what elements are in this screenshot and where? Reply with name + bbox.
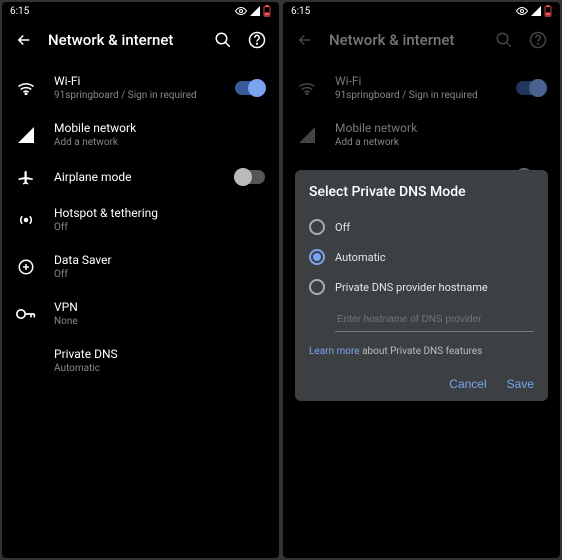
status-time: 6:15 [291, 6, 310, 17]
wifi-toggle [516, 81, 546, 95]
save-button[interactable]: Save [507, 377, 534, 391]
private-dns-dialog: Select Private DNS Mode Off Automatic Pr… [295, 170, 548, 401]
row-datasaver-sub: Off [54, 269, 265, 280]
row-mobile-label: Mobile network [54, 121, 265, 135]
radio-icon [309, 279, 325, 295]
signal-icon [250, 6, 260, 16]
signal-icon [531, 6, 541, 16]
status-bar: 6:15 [2, 2, 279, 20]
wifi-toggle[interactable] [235, 81, 265, 95]
row-mobile: Mobile network Add a network [283, 111, 560, 158]
status-icons [516, 5, 552, 17]
row-airplane-label: Airplane mode [54, 170, 217, 184]
row-wifi: Wi-Fi 91springboard / Sign in required [283, 64, 560, 111]
eye-icon [516, 6, 528, 16]
wifi-icon [297, 81, 317, 95]
dialog-title: Select Private DNS Mode [309, 184, 534, 200]
learn-more-text: Learn more about Private DNS features [309, 346, 534, 357]
row-wifi[interactable]: Wi-Fi 91springboard / Sign in required [2, 64, 279, 111]
status-time: 6:15 [10, 6, 29, 17]
radio-provider-hostname[interactable]: Private DNS provider hostname [309, 272, 534, 302]
row-datasaver-label: Data Saver [54, 253, 265, 267]
cancel-button[interactable]: Cancel [449, 377, 486, 391]
help-icon [528, 30, 548, 50]
battery-icon [263, 5, 271, 17]
cellular-icon [297, 127, 317, 143]
row-hotspot-sub: Off [54, 222, 265, 233]
row-vpn-sub: None [54, 316, 265, 327]
phone-right: 6:15 Network & internet [283, 2, 560, 558]
app-header-dimmed: Network & internet [283, 20, 560, 60]
row-mobile-sub: Add a network [54, 137, 265, 148]
row-vpn[interactable]: VPN None [2, 290, 279, 337]
row-airplane[interactable]: Airplane mode [2, 158, 279, 196]
eye-icon [235, 6, 247, 16]
row-hotspot[interactable]: Hotspot & tethering Off [2, 196, 279, 243]
row-vpn-label: VPN [54, 300, 265, 314]
row-mobile[interactable]: Mobile network Add a network [2, 111, 279, 158]
datasaver-icon [16, 258, 36, 276]
page-title: Network & internet [48, 31, 199, 49]
status-bar: 6:15 [283, 2, 560, 20]
help-icon[interactable] [247, 30, 267, 50]
settings-list: Wi-Fi 91springboard / Sign in required M… [2, 60, 279, 388]
radio-icon [309, 219, 325, 235]
airplane-toggle[interactable] [235, 170, 265, 184]
search-icon[interactable] [213, 30, 233, 50]
app-header: Network & internet [2, 20, 279, 60]
radio-off[interactable]: Off [309, 212, 534, 242]
learn-more-link[interactable]: Learn more [309, 346, 360, 357]
hostname-input[interactable] [335, 308, 534, 332]
vpn-icon [16, 308, 36, 320]
row-wifi-sub: 91springboard / Sign in required [54, 90, 217, 101]
radio-automatic[interactable]: Automatic [309, 242, 534, 272]
search-icon [494, 30, 514, 50]
row-datasaver[interactable]: Data Saver Off [2, 243, 279, 290]
row-pdns-sub: Automatic [54, 363, 265, 374]
row-hotspot-label: Hotspot & tethering [54, 206, 265, 220]
battery-icon [544, 5, 552, 17]
back-icon[interactable] [14, 30, 34, 50]
back-icon [295, 30, 315, 50]
page-title: Network & internet [329, 31, 480, 49]
phone-left: 6:15 Network & internet [2, 2, 279, 558]
hotspot-icon [16, 211, 36, 229]
wifi-icon [16, 81, 36, 95]
row-wifi-label: Wi-Fi [54, 74, 217, 88]
row-pdns-label: Private DNS [54, 347, 265, 361]
status-icons [235, 5, 271, 17]
radio-icon [309, 249, 325, 265]
row-private-dns[interactable]: Private DNS Automatic [2, 337, 279, 384]
airplane-icon [16, 168, 36, 186]
cellular-icon [16, 127, 36, 143]
